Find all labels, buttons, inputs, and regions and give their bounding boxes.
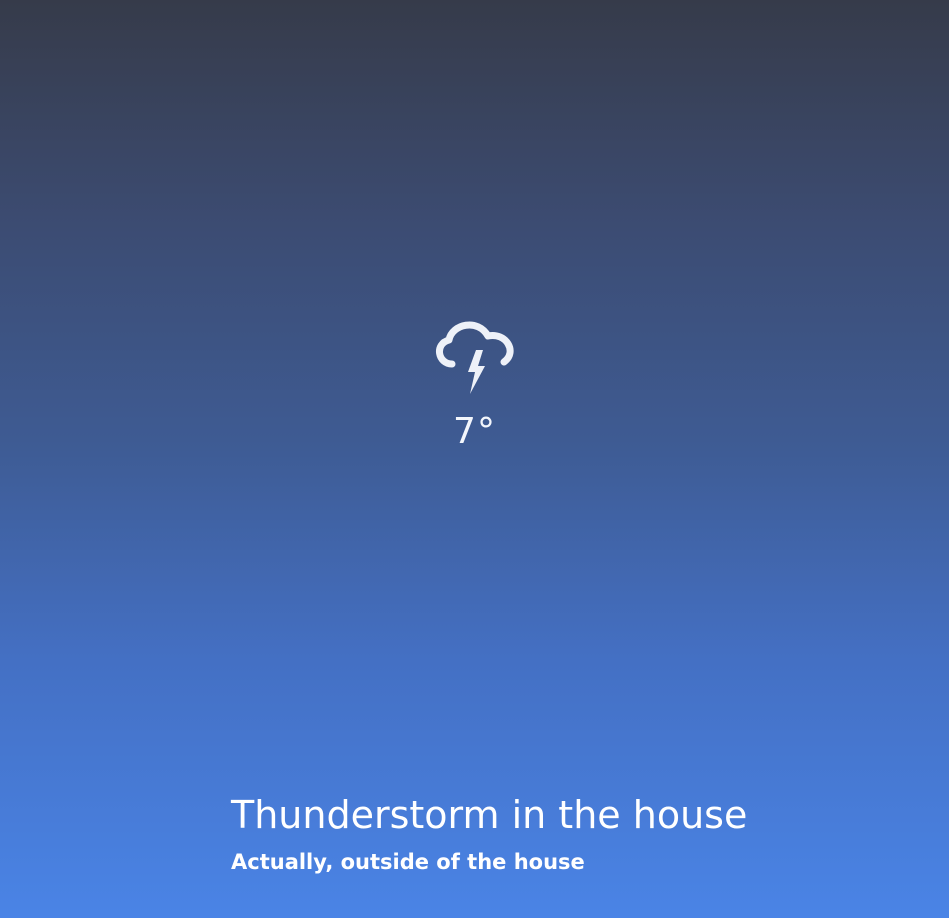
temperature-value: 7° xyxy=(453,411,496,452)
caption-title: Thunderstorm in the house xyxy=(231,793,748,837)
thunderstorm-icon xyxy=(435,321,513,394)
weather-caption: Thunderstorm in the house Actually, outs… xyxy=(231,790,931,876)
weather-summary: 7° xyxy=(0,318,949,454)
caption-subtitle: Actually, outside of the house xyxy=(231,850,585,874)
